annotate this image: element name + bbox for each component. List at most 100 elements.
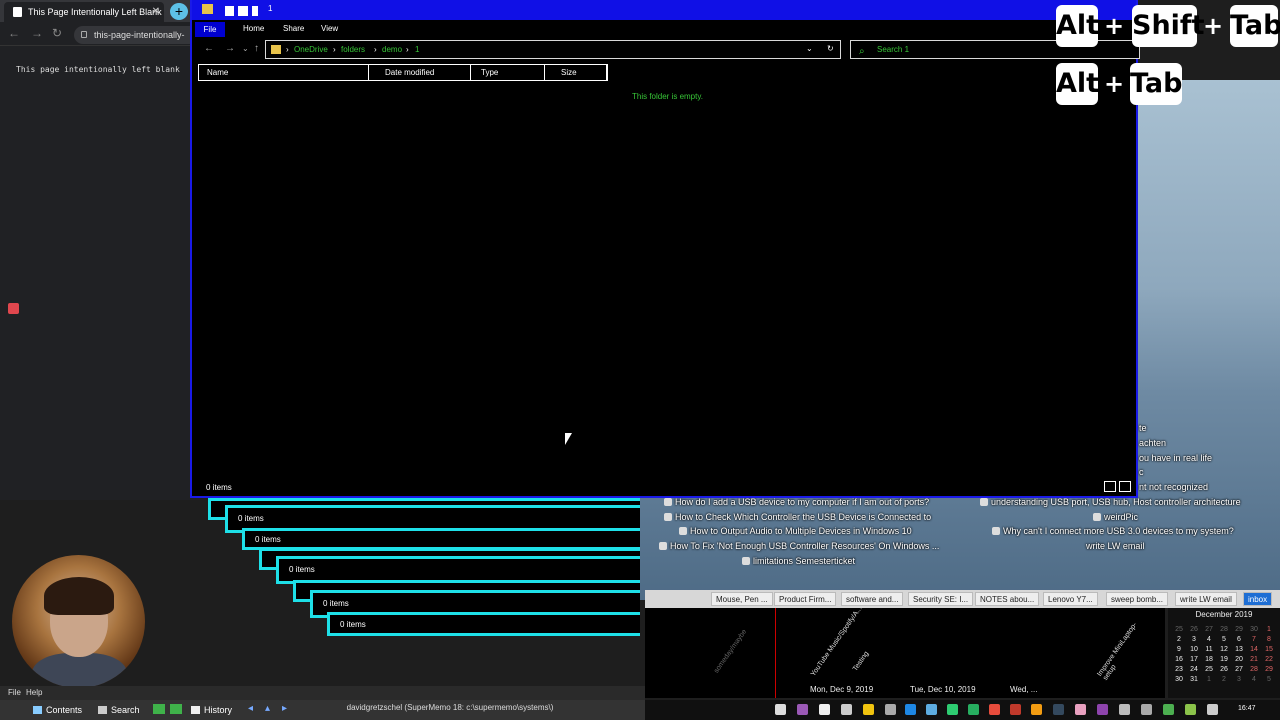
calendar-day[interactable]: 11 [1202, 646, 1216, 653]
calendar-day[interactable]: 26 [1187, 626, 1201, 633]
calendar-day[interactable]: 12 [1217, 646, 1231, 653]
calendar-day[interactable]: 29 [1232, 626, 1246, 633]
bookmark-link[interactable]: weirdPic [1093, 512, 1138, 522]
new-tab-button[interactable]: + [170, 3, 188, 20]
tab-share[interactable]: Share [283, 24, 304, 33]
tab-file[interactable]: File [195, 22, 225, 37]
calendar-day[interactable]: 22 [1262, 656, 1276, 663]
next-icon[interactable]: ▸ [282, 703, 287, 714]
calendar-day[interactable]: 3 [1187, 636, 1201, 643]
bookmark-link[interactable]: understanding USB port, USB hub, Host co… [980, 497, 1241, 507]
calendar-day[interactable]: 17 [1187, 656, 1201, 663]
bookmark-item[interactable]: NOTES abou... [975, 592, 1040, 606]
taskbar-app-icon[interactable] [1207, 704, 1218, 715]
bookmark-link[interactable]: achten [1139, 438, 1166, 448]
taskbar-app-icon[interactable] [926, 704, 937, 715]
column-header-type[interactable]: Type [473, 65, 545, 80]
calendar-day[interactable]: 14 [1247, 646, 1261, 653]
taskbar-app-icon[interactable] [989, 704, 1000, 715]
calendar-day[interactable]: 4 [1247, 676, 1261, 683]
back-arrow-icon[interactable] [153, 704, 165, 714]
calendar-day[interactable]: 28 [1217, 626, 1231, 633]
calendar-day[interactable]: 18 [1202, 656, 1216, 663]
taskbar-app-icon[interactable] [775, 704, 786, 715]
prev-icon[interactable]: ◂ [248, 703, 253, 714]
calendar-day[interactable]: 10 [1187, 646, 1201, 653]
bookmark-item[interactable]: Product Firm... [774, 592, 837, 606]
bookmark-item[interactable]: sweep bomb... [1106, 592, 1169, 606]
taskbar-app-icon[interactable] [1163, 704, 1174, 715]
calendar-day[interactable]: 9 [1172, 646, 1186, 653]
forward-arrow-icon[interactable] [170, 704, 182, 714]
calendar-day[interactable]: 19 [1217, 656, 1231, 663]
calendar-day[interactable]: 3 [1232, 676, 1246, 683]
calendar-day[interactable]: 1 [1262, 626, 1276, 633]
column-header-name[interactable]: Name [199, 65, 369, 80]
taskbar-app-icon[interactable] [968, 704, 979, 715]
calendar-day[interactable]: 5 [1262, 676, 1276, 683]
chevron-down-icon[interactable]: ⌄ [806, 44, 813, 53]
bookmark-item[interactable]: Lenovo Y7... [1043, 592, 1098, 606]
back-arrow-icon[interactable]: ← [204, 43, 214, 54]
bookmark-link[interactable]: How to Check Which Controller the USB De… [664, 512, 931, 522]
quick-access-icon[interactable] [252, 6, 258, 16]
file-explorer-window[interactable]: 1 File Home Share View ← → ⌄ ↑ › OneDriv… [190, 0, 1140, 498]
taskbar-app-icon[interactable] [841, 704, 852, 715]
forward-arrow-icon[interactable]: → [225, 43, 235, 54]
breadcrumb-item[interactable]: OneDrive [294, 45, 328, 54]
menu-file[interactable]: File [8, 688, 21, 697]
calendar-day[interactable]: 30 [1172, 676, 1186, 683]
breadcrumb-item[interactable]: 1 [415, 45, 419, 54]
close-icon[interactable]: ✕ [152, 2, 160, 22]
timeline-task[interactable]: Testing [852, 650, 870, 672]
calendar-day[interactable]: 20 [1232, 656, 1246, 663]
bookmark-link[interactable]: ou have in real life [1139, 453, 1212, 463]
calendar-day[interactable]: 7 [1247, 636, 1261, 643]
calendar-day[interactable]: 15 [1262, 646, 1276, 653]
up-icon[interactable]: ▴ [265, 703, 270, 714]
bookmark-link[interactable]: How to Output Audio to Multiple Devices … [679, 526, 912, 536]
tab-view[interactable]: View [321, 24, 338, 33]
calendar-day[interactable]: 27 [1202, 626, 1216, 633]
history-button[interactable]: History [188, 703, 232, 717]
bookmark-link[interactable]: limitations Semesterticket [742, 556, 855, 566]
column-header-size[interactable]: Size [553, 65, 607, 80]
calendar-day[interactable]: 4 [1202, 636, 1216, 643]
explorer-title-bar[interactable]: 1 [192, 0, 1136, 20]
calendar-day[interactable]: 30 [1247, 626, 1261, 633]
calendar-day[interactable]: 21 [1247, 656, 1261, 663]
calendar-day[interactable]: 5 [1217, 636, 1231, 643]
cascaded-window[interactable]: 0 items [242, 528, 640, 550]
taskbar-app-icon[interactable] [1075, 704, 1086, 715]
timeline-task[interactable]: someday/maybe [713, 628, 748, 674]
taskbar-app-icon[interactable] [819, 704, 830, 715]
properties-icon[interactable] [225, 6, 234, 16]
calendar-day[interactable]: 6 [1232, 636, 1246, 643]
address-bar[interactable]: this-page-intentionally- [74, 26, 204, 44]
timeline-task[interactable]: Improve MiniLaptop-setup [1096, 608, 1153, 681]
bookmark-link[interactable]: nt not recognized [1139, 482, 1208, 492]
up-arrow-icon[interactable]: ↑ [254, 43, 259, 54]
bookmark-item[interactable]: Mouse, Pen ... [711, 592, 773, 606]
calendar-day[interactable]: 13 [1232, 646, 1246, 653]
bookmark-item[interactable]: Security SE: I... [908, 592, 974, 606]
menu-help[interactable]: Help [26, 688, 42, 697]
calendar-day[interactable]: 24 [1187, 666, 1201, 673]
bookmark-link[interactable]: How To Fix 'Not Enough USB Controller Re… [659, 541, 939, 551]
bookmark-link[interactable]: How do I add a USB device to my computer… [664, 497, 929, 507]
forward-arrow-icon[interactable]: → [31, 26, 43, 40]
calendar-day[interactable]: 27 [1232, 666, 1246, 673]
calendar-day[interactable]: 2 [1217, 676, 1231, 683]
calendar-day[interactable]: 25 [1202, 666, 1216, 673]
bookmark-item[interactable]: write LW email [1175, 592, 1237, 606]
taskbar-app-icon[interactable] [885, 704, 896, 715]
calendar-day[interactable]: 1 [1202, 676, 1216, 683]
address-bar[interactable]: › OneDrive › folders › demo › 1 ⌄ ↻ [265, 40, 841, 59]
back-arrow-icon[interactable]: ← [8, 26, 20, 40]
taskbar-app-icon[interactable] [1185, 704, 1196, 715]
calendar-day[interactable]: 28 [1247, 666, 1261, 673]
taskbar-app-icon[interactable] [1031, 704, 1042, 715]
calendar-day[interactable]: 8 [1262, 636, 1276, 643]
taskbar-app-icon[interactable] [1010, 704, 1021, 715]
taskbar-app-icon[interactable] [1119, 704, 1130, 715]
